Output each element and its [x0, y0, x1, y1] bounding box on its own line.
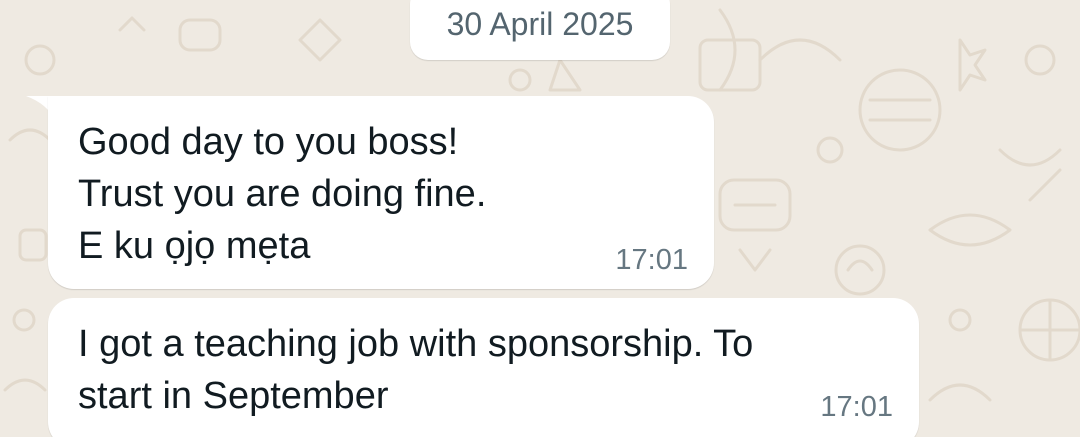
- message-text: I got a teaching job with sponsorship. T…: [78, 323, 754, 417]
- message-timestamp: 17:01: [615, 244, 688, 276]
- message-bubble[interactable]: I got a teaching job with sponsorship. T…: [48, 298, 919, 437]
- message-timestamp: 17:01: [820, 391, 893, 423]
- message-text: Good day to you boss! Trust you are doin…: [78, 121, 487, 267]
- date-separator-label: 30 April 2025: [446, 6, 634, 42]
- message-bubble[interactable]: Good day to you boss! Trust you are doin…: [48, 96, 714, 289]
- date-separator: 30 April 2025: [410, 0, 670, 60]
